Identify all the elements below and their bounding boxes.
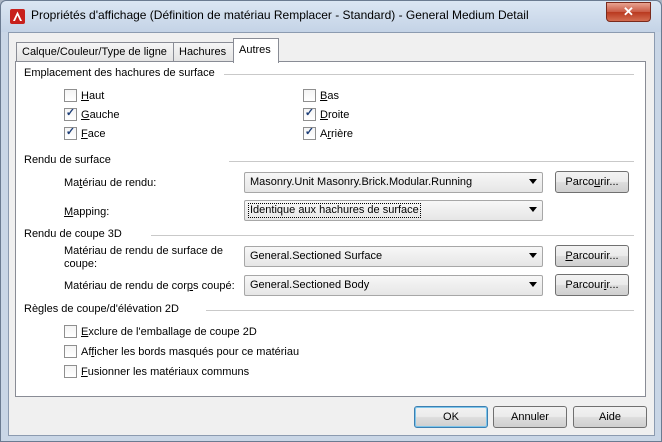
checkbox-label: Afficher les bords masqués pour ce matér…: [81, 345, 300, 358]
checkbox-label: Bas: [320, 89, 339, 102]
tab-panel-other: Emplacement des hachures de surface Haut…: [15, 61, 646, 397]
checkbox-box[interactable]: [64, 365, 77, 378]
select-value: Identique aux hachures de surface: [248, 203, 421, 218]
checkbox-box[interactable]: ✓: [64, 107, 77, 121]
select-value: Masonry.Unit Masonry.Brick.Modular.Runni…: [250, 176, 473, 188]
checkbox-label: Droite: [320, 108, 350, 121]
checkbox-label: Exclure de l'emballage de coupe 2D: [81, 325, 257, 338]
ok-button[interactable]: OK: [414, 406, 488, 428]
checkmark-icon: ✓: [65, 126, 76, 138]
checkbox-merge-common-materials[interactable]: Fusionner les matériaux communs: [64, 365, 249, 378]
checkbox-back[interactable]: ✓ Arrière: [303, 126, 354, 140]
checkbox-label: Fusionner les matériaux communs: [81, 365, 250, 378]
checkbox-box[interactable]: [64, 89, 77, 102]
tab-label: Autres: [239, 44, 271, 56]
separator: [206, 310, 634, 311]
select-value: General.Sectioned Body: [250, 279, 370, 291]
checkbox-box[interactable]: [303, 89, 316, 102]
browse-render-material-button[interactable]: Parcourir...: [555, 171, 629, 193]
cancel-button[interactable]: Annuler: [493, 406, 567, 428]
separator: [151, 235, 634, 236]
close-button[interactable]: ✕: [606, 2, 651, 22]
group-title-3d-section: Rendu de coupe 3D: [24, 228, 122, 240]
section-surface-material-label: Matériau de rendu de surface de coupe:: [64, 245, 223, 270]
group-title-2d-section: Règles de coupe/d'élévation 2D: [24, 303, 179, 315]
checkbox-right[interactable]: ✓ Droite: [303, 107, 350, 121]
group-title-hatch-placement: Emplacement des hachures de surface: [24, 67, 215, 79]
checkbox-label: Gauche: [81, 108, 120, 121]
chevron-down-icon: [529, 207, 537, 212]
select-value: General.Sectioned Surface: [250, 250, 383, 262]
mapping-select[interactable]: Identique aux hachures de surface: [244, 200, 543, 221]
checkbox-display-hidden-edges[interactable]: Afficher les bords masqués pour ce matér…: [64, 345, 299, 358]
tab-label: Calque/Couleur/Type de ligne: [22, 46, 167, 58]
checkbox-left[interactable]: ✓ Gauche: [64, 107, 120, 121]
checkbox-box[interactable]: ✓: [64, 126, 77, 140]
checkbox-box[interactable]: [64, 325, 77, 338]
close-icon: ✕: [623, 4, 634, 19]
browse-section-body-button[interactable]: Parcourir...: [555, 274, 629, 296]
checkbox-box[interactable]: ✓: [303, 126, 316, 140]
render-material-label: Matériau de rendu:: [64, 177, 157, 189]
help-button[interactable]: Aide: [573, 406, 647, 428]
dialog-client: Calque/Couleur/Type de ligne Hachures Au…: [8, 32, 655, 436]
dialog-window: Propriétés d'affichage (Définition de ma…: [0, 0, 662, 442]
chevron-down-icon: [529, 253, 537, 258]
checkbox-label: Face: [81, 127, 106, 140]
section-body-material-label: Matériau de rendu de corps coupé:: [64, 280, 235, 292]
checkmark-icon: ✓: [65, 107, 76, 119]
mapping-label: Mapping:: [64, 206, 110, 218]
chevron-down-icon: [529, 179, 537, 184]
section-surface-material-select[interactable]: General.Sectioned Surface: [244, 246, 543, 267]
tab-other[interactable]: Autres: [233, 38, 279, 63]
checkbox-bottom[interactable]: Bas: [303, 89, 339, 102]
checkbox-front[interactable]: ✓ Face: [64, 126, 106, 140]
window-title: Propriétés d'affichage (Définition de ma…: [31, 8, 529, 22]
section-body-material-select[interactable]: General.Sectioned Body: [244, 275, 543, 296]
checkmark-icon: ✓: [304, 107, 315, 119]
browse-section-surface-button[interactable]: Parcourir...: [555, 245, 629, 267]
checkbox-exclude-2d-section-shrinkwrap[interactable]: Exclure de l'emballage de coupe 2D: [64, 325, 257, 338]
group-title-surface-rendering: Rendu de surface: [24, 154, 111, 166]
checkmark-icon: ✓: [304, 126, 315, 138]
tab-layer-color-linetype[interactable]: Calque/Couleur/Type de ligne: [16, 42, 174, 62]
separator: [224, 74, 634, 75]
checkbox-box[interactable]: [64, 345, 77, 358]
separator: [229, 161, 634, 162]
autocad-a-icon: [10, 9, 25, 24]
checkbox-label: Arrière: [320, 127, 354, 140]
render-material-select[interactable]: Masonry.Unit Masonry.Brick.Modular.Runni…: [244, 172, 543, 193]
tab-hatching[interactable]: Hachures: [173, 42, 234, 62]
checkbox-top[interactable]: Haut: [64, 89, 104, 102]
tab-label: Hachures: [179, 46, 227, 58]
chevron-down-icon: [529, 282, 537, 287]
checkbox-label: Haut: [81, 89, 105, 102]
checkbox-box[interactable]: ✓: [303, 107, 316, 121]
title-bar[interactable]: Propriétés d'affichage (Définition de ma…: [1, 1, 661, 32]
